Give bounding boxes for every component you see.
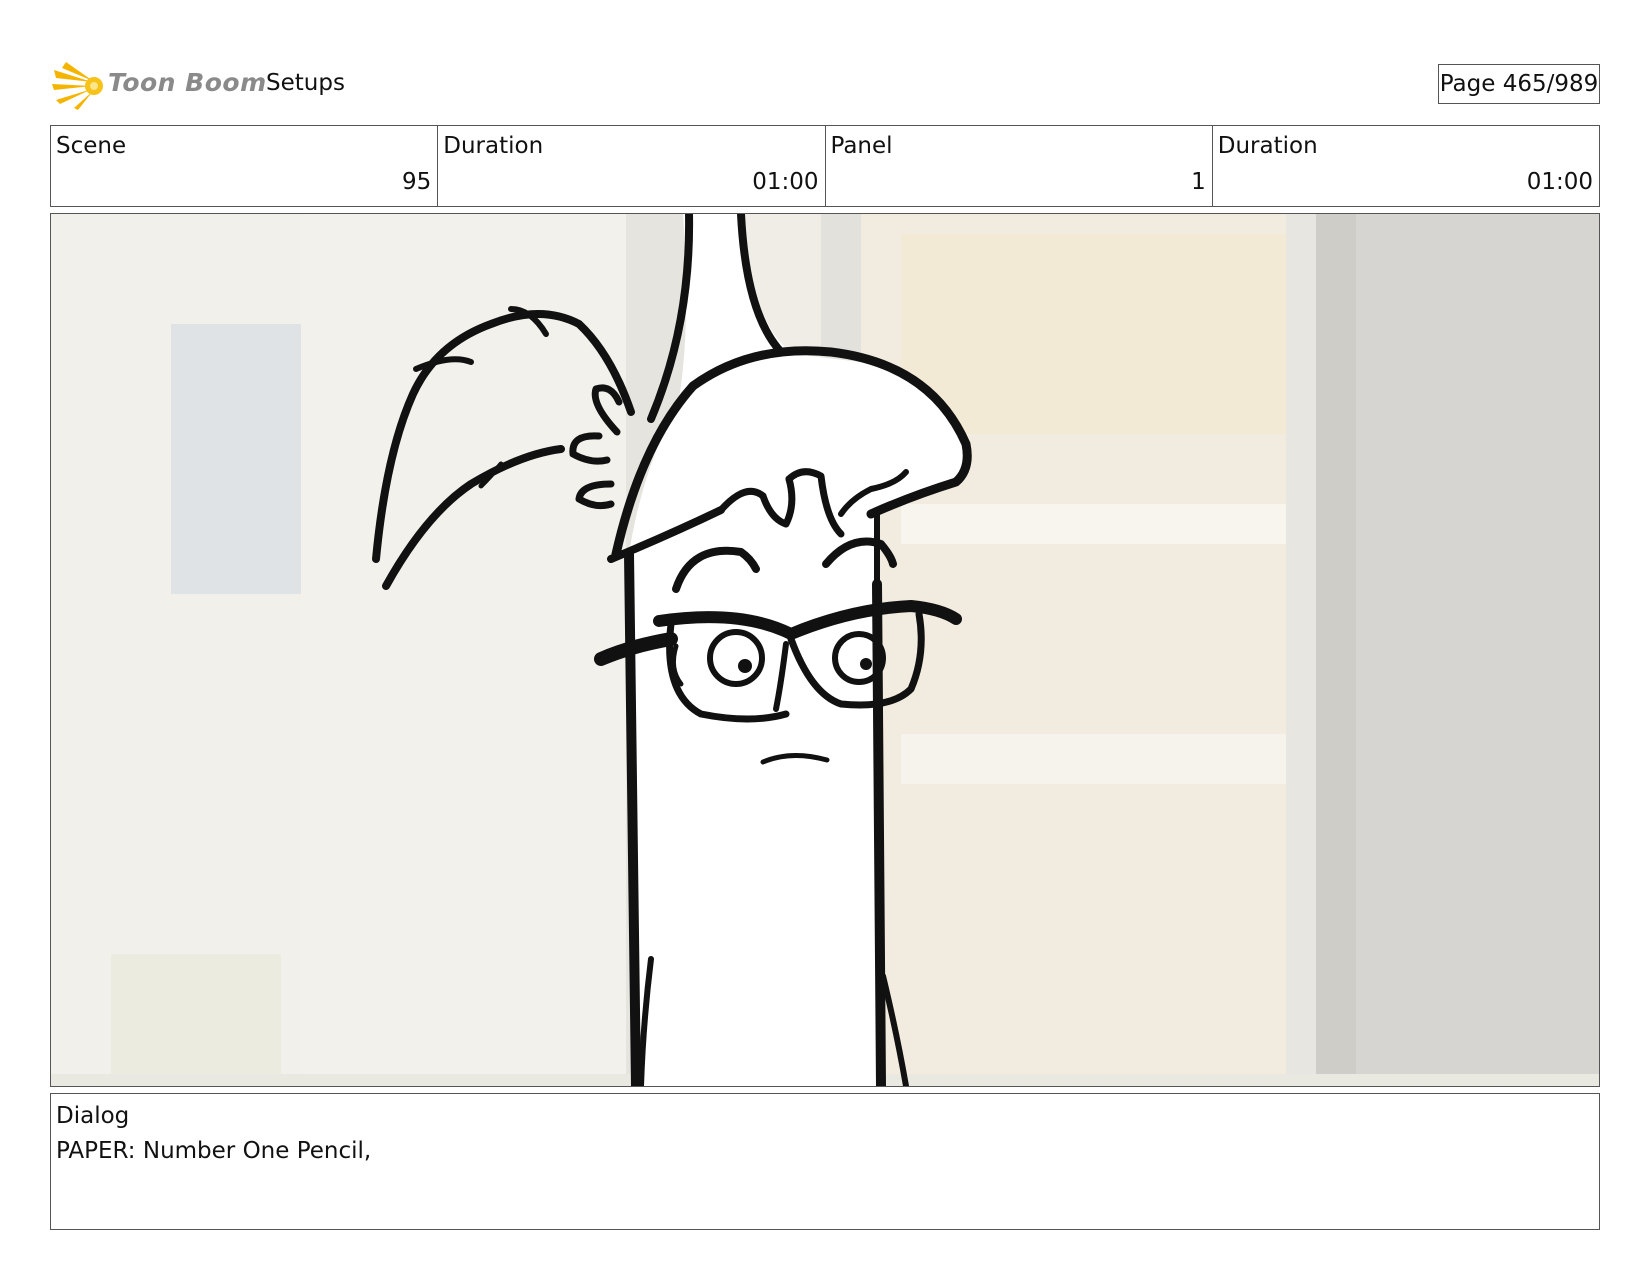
scene-value: 95 <box>401 169 432 195</box>
logo-text: Toon Boom <box>108 68 267 97</box>
storyboard-panel-image <box>50 213 1600 1087</box>
scene-cell: Scene 95 <box>51 126 439 206</box>
dialog-box: Dialog PAPER: Number One Pencil, <box>50 1093 1600 1230</box>
panel-value: 1 <box>1191 169 1206 195</box>
project-title: Setups <box>266 70 345 96</box>
panel-cell: Panel 1 <box>826 126 1213 206</box>
scene-label: Scene <box>56 133 127 159</box>
panel-duration-value: 01:00 <box>1526 169 1593 195</box>
page-number: Page 465/989 <box>1438 64 1600 104</box>
scene-duration-value: 01:00 <box>752 169 819 195</box>
toon-boom-logo: Toon Boom <box>52 58 266 110</box>
pencil-character-sketch <box>51 214 1599 1086</box>
scene-duration-label: Duration <box>443 133 544 159</box>
scene-duration-cell: Duration 01:00 <box>438 126 826 206</box>
sun-logo-icon <box>52 62 103 110</box>
panel-label: Panel <box>830 133 893 159</box>
dialog-label: Dialog <box>56 1103 130 1129</box>
scene-info-table: Scene 95 Duration 01:00 Panel 1 Duration… <box>50 125 1600 207</box>
dialog-text: PAPER: Number One Pencil, <box>56 1138 372 1164</box>
panel-duration-label: Duration <box>1217 133 1318 159</box>
panel-duration-cell: Duration 01:00 <box>1213 126 1599 206</box>
